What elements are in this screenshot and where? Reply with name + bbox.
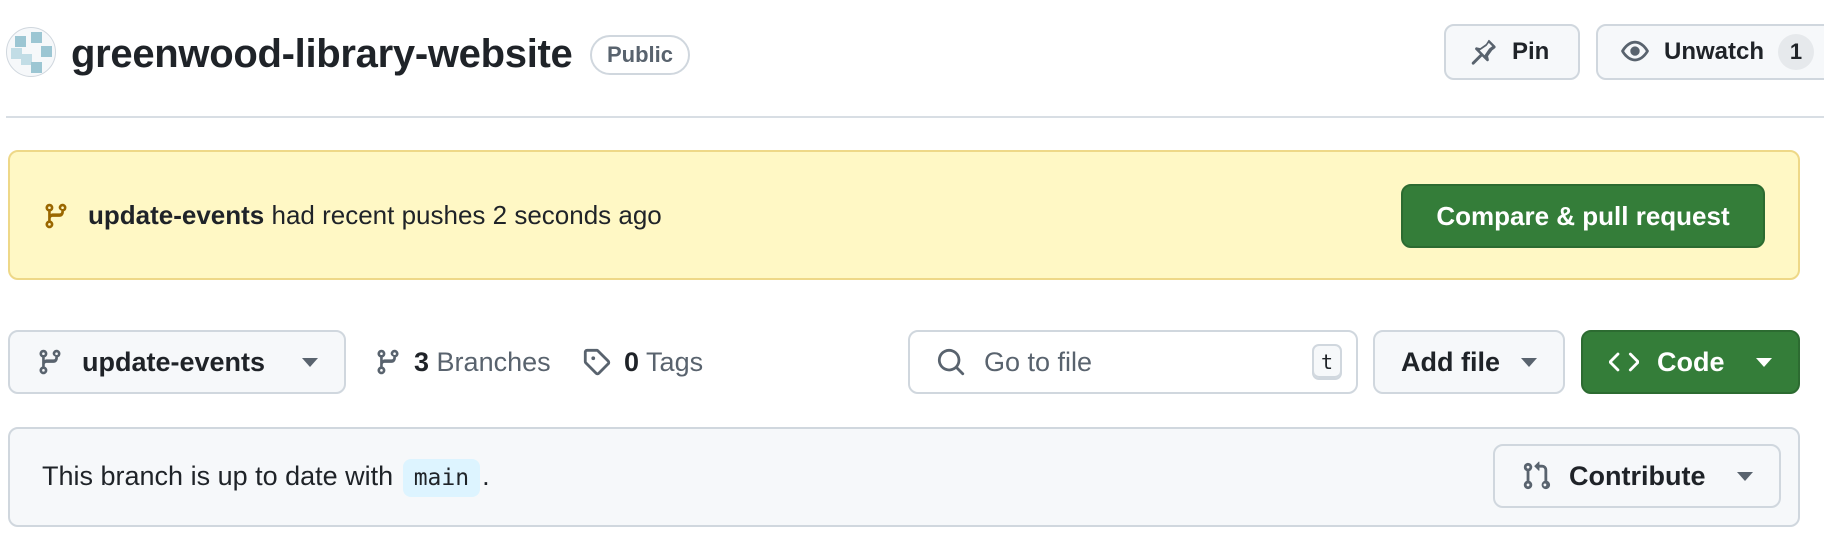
- branch-status-text: This branch is up to date with main.: [42, 458, 490, 497]
- tags-count: 0: [624, 346, 640, 377]
- header-divider: [6, 116, 1824, 118]
- compare-pull-request-button[interactable]: Compare & pull request: [1401, 184, 1765, 248]
- search-placeholder: Go to file: [984, 346, 1093, 377]
- push-time-text: had recent pushes 2 seconds ago: [264, 200, 662, 230]
- add-file-label: Add file: [1401, 346, 1500, 377]
- contribute-label: Contribute: [1569, 460, 1706, 491]
- go-to-file-search[interactable]: Go to file t: [908, 330, 1358, 394]
- branch-select[interactable]: update-events: [8, 330, 346, 394]
- unwatch-button[interactable]: Unwatch 1: [1596, 24, 1824, 80]
- git-branch-icon: [42, 200, 70, 232]
- contribute-button[interactable]: Contribute: [1493, 444, 1781, 508]
- eye-icon: [1620, 37, 1650, 67]
- search-icon: [936, 347, 966, 377]
- add-file-button[interactable]: Add file: [1373, 330, 1565, 394]
- repo-name[interactable]: greenwood-library-website: [71, 30, 573, 78]
- tag-icon: [582, 347, 612, 377]
- triangle-down-icon: [1521, 357, 1537, 367]
- branch-select-label: update-events: [82, 346, 266, 377]
- search-shortcut-key: t: [1312, 344, 1342, 380]
- owner-avatar[interactable]: [6, 27, 56, 77]
- branches-count: 3: [414, 346, 430, 377]
- tags-link[interactable]: 0 Tags: [582, 340, 703, 384]
- pin-icon: [1468, 37, 1498, 67]
- flash-message: update-events had recent pushes 2 second…: [88, 198, 662, 232]
- base-branch-chip: main: [402, 459, 481, 497]
- triangle-down-icon: [1737, 471, 1753, 481]
- unwatch-label: Unwatch: [1664, 38, 1765, 65]
- pushed-branch-name[interactable]: update-events: [88, 200, 264, 230]
- visibility-badge: Public: [590, 35, 691, 75]
- code-icon: [1609, 347, 1639, 377]
- branches-label: Branches: [436, 346, 551, 377]
- watch-count: 1: [1778, 34, 1815, 70]
- status-suffix: .: [482, 461, 490, 491]
- code-label: Code: [1657, 346, 1725, 377]
- pin-label: Pin: [1512, 38, 1550, 65]
- tags-label: Tags: [646, 346, 704, 377]
- status-prefix: This branch is up to date with: [42, 461, 401, 491]
- branches-link[interactable]: 3 Branches: [374, 340, 551, 384]
- triangle-down-icon: [302, 357, 318, 367]
- triangle-down-icon: [1756, 357, 1772, 367]
- code-button[interactable]: Code: [1581, 330, 1800, 394]
- git-pull-request-icon: [1521, 461, 1551, 491]
- git-branch-icon: [374, 347, 402, 377]
- git-branch-icon: [36, 347, 64, 377]
- pin-button[interactable]: Pin: [1444, 24, 1580, 80]
